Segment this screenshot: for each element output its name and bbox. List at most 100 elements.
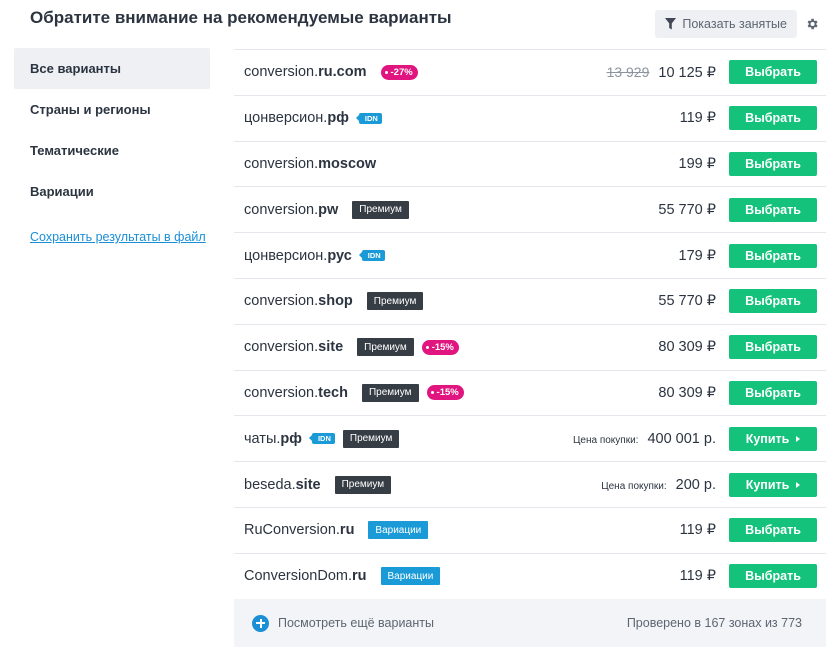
premium-badge: Премиум xyxy=(366,292,424,311)
select-button[interactable]: Выбрать xyxy=(729,518,817,543)
price: 119 ₽ xyxy=(679,522,716,539)
page-title: Обратите внимание на рекомендуемые вариа… xyxy=(30,8,452,27)
domain-name: conversion.moscow xyxy=(244,156,376,172)
sidebar-item-countries[interactable]: Страны и регионы xyxy=(14,89,210,130)
domain-sld: цонверсион. xyxy=(244,110,328,127)
price-area: 80 309 ₽ xyxy=(658,385,716,401)
domain-sld: RuConversion. xyxy=(244,522,340,539)
domain-tld: рф xyxy=(280,430,302,447)
settings-button[interactable] xyxy=(798,10,826,38)
domain-tld: pw xyxy=(318,201,339,218)
save-results-link[interactable]: Сохранить результаты в файл xyxy=(14,230,210,244)
domain-tld: tech xyxy=(318,384,348,401)
select-button[interactable]: Выбрать xyxy=(729,564,817,589)
price-area: 179 ₽ xyxy=(679,248,716,264)
domain-sld: conversion. xyxy=(244,64,319,81)
price: 10 125 ₽ xyxy=(658,64,716,81)
discount-badge: -15% xyxy=(426,385,464,401)
button-label: Выбрать xyxy=(745,294,801,309)
button-label: Выбрать xyxy=(745,569,801,584)
domain-name: ConversionDom.ru xyxy=(244,568,367,584)
domain-name: beseda.site xyxy=(244,477,321,493)
price-area: 55 770 ₽ xyxy=(658,202,716,218)
variation-badge: Вариации xyxy=(380,567,441,586)
price-area: 119 ₽ xyxy=(680,568,716,584)
discount-badge: -15% xyxy=(421,339,459,355)
price: 55 770 ₽ xyxy=(658,201,716,218)
select-button[interactable]: Выбрать xyxy=(729,151,817,176)
domain-name: цонверсион.рус xyxy=(244,248,352,264)
sidebar-item-variations[interactable]: Вариации xyxy=(14,171,210,212)
domain-row: conversion.tech Премиум -15% 80 309 ₽ Выбрат… xyxy=(234,371,826,417)
price-label: Цена покупки: xyxy=(601,480,667,492)
domain-sld: conversion. xyxy=(244,155,319,172)
idn-badge: IDN xyxy=(358,250,385,262)
domain-name: conversion.shop xyxy=(244,293,353,309)
domain-tags: Премиум xyxy=(352,200,409,219)
button-label: Выбрать xyxy=(745,65,801,80)
domain-tld: ru.com xyxy=(318,64,367,81)
domain-row: RuConversion.ru Вариации 119 ₽ Выбрать xyxy=(234,508,826,554)
buy-button[interactable]: Купить xyxy=(729,426,817,451)
select-button[interactable]: Выбрать xyxy=(729,197,817,222)
select-button[interactable]: Выбрать xyxy=(729,289,817,314)
price-area: 13 929 10 125 ₽ xyxy=(607,64,716,81)
domain-name: RuConversion.ru xyxy=(244,522,354,538)
premium-badge: Премиум xyxy=(352,200,409,219)
domain-row: ConversionDom.ru Вариации 119 ₽ Выбрать xyxy=(234,554,826,600)
domain-tags: -27% xyxy=(380,64,418,80)
domain-tld: рф xyxy=(327,110,349,127)
button-label: Купить xyxy=(745,431,790,446)
domain-row: conversion.site Премиум -15% 80 309 ₽ Выбрат… xyxy=(234,325,826,371)
sidebar-item-label: Все варианты xyxy=(30,61,121,76)
domain-tld: рус xyxy=(327,247,352,264)
sidebar-item-thematic[interactable]: Тематические xyxy=(14,130,210,171)
button-label: Купить xyxy=(745,477,790,492)
domain-sld: beseda. xyxy=(244,476,296,493)
price-area: Цена покупки: 200 р. xyxy=(601,477,716,493)
select-button[interactable]: Выбрать xyxy=(729,243,817,268)
button-label: Выбрать xyxy=(745,340,801,355)
domain-sld: conversion. xyxy=(244,201,319,218)
select-button[interactable]: Выбрать xyxy=(729,335,817,360)
buy-button[interactable]: Купить xyxy=(729,472,817,497)
domain-list: conversion.ru.com -27% 13 929 10 125 ₽ Выбра… xyxy=(234,49,826,600)
variation-badge: Вариации xyxy=(368,521,429,540)
select-button[interactable]: Выбрать xyxy=(729,106,817,131)
price-area: 119 ₽ xyxy=(680,110,716,126)
button-label: Выбрать xyxy=(745,385,801,400)
domain-row: conversion.ru.com -27% 13 929 10 125 ₽ Выбра… xyxy=(234,50,826,96)
sidebar-item-label: Тематические xyxy=(30,143,119,158)
price: 55 770 ₽ xyxy=(658,293,716,310)
button-label: Выбрать xyxy=(745,156,801,171)
show-more-button[interactable]: Посмотреть ещё варианты xyxy=(252,614,434,632)
price: 119 ₽ xyxy=(679,110,716,127)
premium-badge: Премиум xyxy=(361,383,419,402)
show-busy-button[interactable]: Показать занятые xyxy=(655,10,797,38)
domain-tld: ru xyxy=(352,568,367,585)
domain-sld: ConversionDom. xyxy=(244,568,352,585)
sidebar-item-all[interactable]: Все варианты xyxy=(14,48,210,89)
price-area: 80 309 ₽ xyxy=(658,339,716,355)
domain-sld: цонверсион. xyxy=(244,247,328,264)
price: 119 ₽ xyxy=(679,568,716,585)
old-price: 13 929 xyxy=(606,63,650,80)
domain-name: цонверсион.рф xyxy=(244,110,349,126)
select-button[interactable]: Выбрать xyxy=(729,380,817,405)
domain-tags: Премиум xyxy=(334,475,392,494)
domain-tags: IDN xyxy=(355,112,382,124)
domain-tags: IDN xyxy=(358,250,385,262)
show-busy-label: Показать занятые xyxy=(682,17,787,31)
price-area: 55 770 ₽ xyxy=(658,293,716,309)
price-area: Цена покупки: 400 001 р. xyxy=(573,431,716,447)
price: 199 ₽ xyxy=(678,155,716,172)
select-button[interactable]: Выбрать xyxy=(729,60,817,85)
premium-badge: Премиум xyxy=(342,429,400,448)
domain-tags: Премиум xyxy=(366,292,424,311)
button-label: Выбрать xyxy=(745,248,801,263)
domain-name: conversion.pw xyxy=(244,202,338,218)
filter-icon xyxy=(665,18,677,30)
domain-name: conversion.site xyxy=(244,339,343,355)
domain-name: conversion.ru.com xyxy=(244,64,367,80)
domain-sld: conversion. xyxy=(244,384,319,401)
